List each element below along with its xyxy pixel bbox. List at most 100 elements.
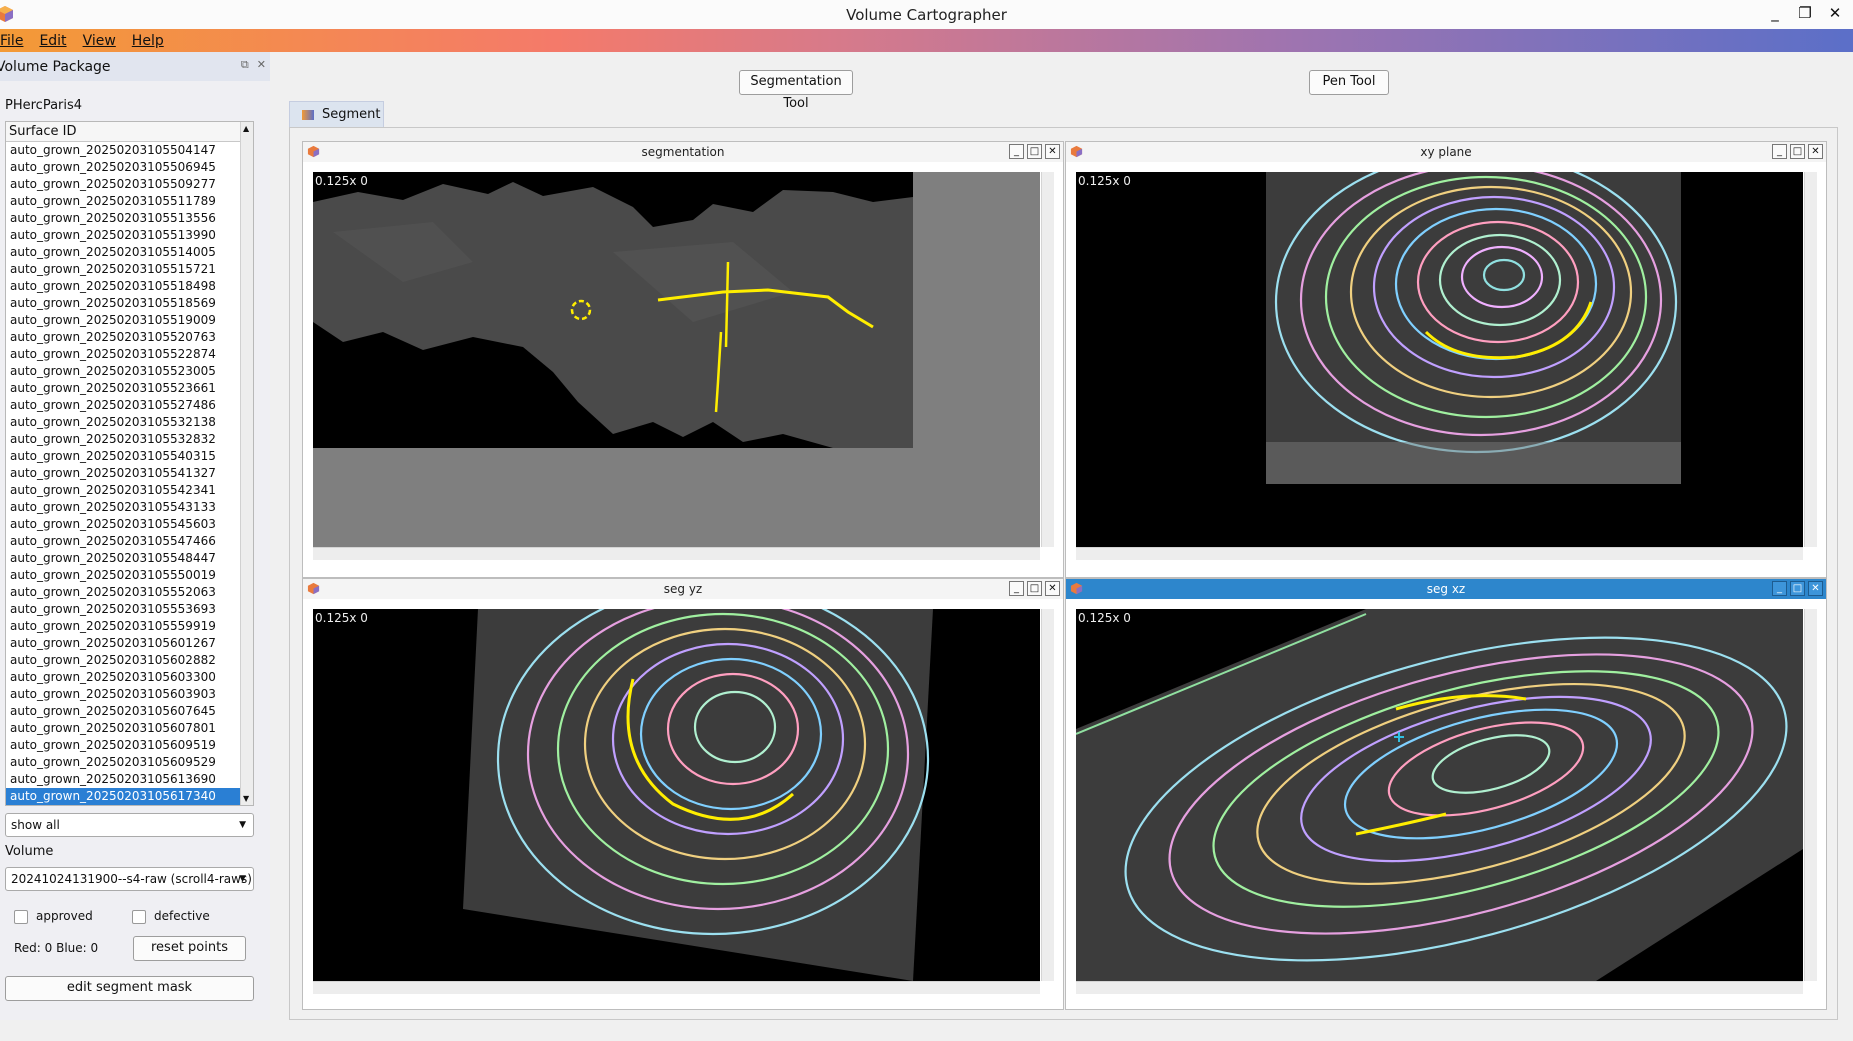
menu-view[interactable]: View: [83, 33, 116, 49]
seg-xz-window[interactable]: seg xz _ □ ✕ 0.125x 0: [1065, 578, 1827, 1010]
surface-list-item[interactable]: auto_grown_20250203105518498: [6, 278, 253, 295]
xy-plane-title: xy plane: [1420, 145, 1472, 159]
seg-yz-window[interactable]: seg yz _ □ ✕ 0.125x 0: [302, 578, 1064, 1010]
surface-list-item[interactable]: auto_grown_20250203105522874: [6, 346, 253, 363]
zoom-readout: 0.125x 0: [315, 174, 368, 188]
surface-list-item[interactable]: auto_grown_20250203105548447: [6, 550, 253, 567]
xy-plane-window[interactable]: xy plane _ □ ✕ 0.125x 0: [1065, 141, 1827, 578]
surface-list-item[interactable]: auto_grown_20250203105541327: [6, 465, 253, 482]
surface-list-item[interactable]: auto_grown_20250203105513556: [6, 210, 253, 227]
tab-segment[interactable]: Segment: [289, 101, 384, 127]
surface-list-item[interactable]: auto_grown_20250203105550019: [6, 567, 253, 584]
approved-check-box[interactable]: [14, 909, 28, 924]
restore-icon[interactable]: ❐: [1795, 4, 1815, 22]
seg-xz-hscroll[interactable]: [1076, 981, 1803, 994]
segmentation-hscroll[interactable]: [313, 547, 1040, 560]
surface-list-item[interactable]: auto_grown_20250203105601267: [6, 635, 253, 652]
minimize-icon[interactable]: _: [1772, 144, 1787, 159]
edit-segment-mask-button[interactable]: edit segment mask: [5, 976, 254, 1001]
pen-tool-button[interactable]: Pen Tool: [1309, 70, 1389, 95]
app-icon: [0, 6, 13, 22]
filter-select[interactable]: show all ▼: [5, 813, 254, 837]
surface-list-item[interactable]: auto_grown_20250203105545603: [6, 516, 253, 533]
menu-help[interactable]: Help: [132, 33, 164, 49]
surface-list-item[interactable]: auto_grown_20250203105513990: [6, 227, 253, 244]
tab-segment-label: Segment: [322, 107, 381, 122]
surface-list-header[interactable]: Surface ID: [6, 122, 253, 142]
surface-list-item[interactable]: auto_grown_20250203105553693: [6, 601, 253, 618]
surface-list[interactable]: Surface ID auto_grown_20250203105504147 a…: [5, 121, 254, 806]
surface-list-item[interactable]: auto_grown_20250203105532832: [6, 431, 253, 448]
surface-list-item[interactable]: auto_grown_20250203105527486: [6, 397, 253, 414]
seg-yz-hscroll[interactable]: [313, 981, 1040, 994]
seg-xz-title-bar[interactable]: seg xz _ □ ✕: [1066, 579, 1826, 599]
surface-list-item[interactable]: auto_grown_20250203105609519: [6, 737, 253, 754]
seg-xz-vscroll[interactable]: [1804, 609, 1817, 981]
segmentation-render: [313, 172, 913, 448]
dock-close-icon[interactable]: ✕: [257, 58, 266, 72]
volume-select[interactable]: 20241024131900--s4-raw (scroll4-raws) ▼: [5, 867, 254, 891]
surface-list-item[interactable]: auto_grown_20250203105613690: [6, 771, 253, 788]
xy-plane-view[interactable]: 0.125x 0: [1076, 172, 1803, 547]
surface-list-item[interactable]: auto_grown_20250203105542341: [6, 482, 253, 499]
minimize-icon[interactable]: _: [1765, 4, 1785, 22]
surface-list-item[interactable]: auto_grown_20250203105609529: [6, 754, 253, 771]
surface-list-item[interactable]: auto_grown_20250203105532138: [6, 414, 253, 431]
minimize-icon[interactable]: _: [1772, 581, 1787, 596]
maximize-icon[interactable]: □: [1027, 144, 1042, 159]
xy-plane-title-bar[interactable]: xy plane _ □ ✕: [1066, 142, 1826, 162]
surface-list-scrollbar[interactable]: ▲ ▼: [240, 122, 253, 805]
approved-checkbox[interactable]: approved: [14, 909, 93, 924]
surface-list-item[interactable]: auto_grown_20250203105547466: [6, 533, 253, 550]
segmentation-vscroll[interactable]: [1041, 172, 1054, 547]
seg-yz-vscroll[interactable]: [1041, 609, 1054, 981]
defective-check-box[interactable]: [132, 909, 146, 924]
maximize-icon[interactable]: □: [1790, 144, 1805, 159]
maximize-icon[interactable]: □: [1790, 581, 1805, 596]
surface-list-item[interactable]: auto_grown_20250203105559919: [6, 618, 253, 635]
reset-points-button[interactable]: reset points: [133, 936, 246, 961]
surface-list-item[interactable]: auto_grown_20250203105504147: [6, 142, 253, 159]
segmentation-title-bar[interactable]: segmentation _ □ ✕: [303, 142, 1063, 162]
menu-edit[interactable]: Edit: [39, 33, 66, 49]
close-icon[interactable]: ✕: [1045, 144, 1060, 159]
segmentation-view[interactable]: 0.125x 0: [313, 172, 1040, 547]
maximize-icon[interactable]: □: [1027, 581, 1042, 596]
close-icon[interactable]: ✕: [1808, 144, 1823, 159]
surface-list-item[interactable]: auto_grown_20250203105552063: [6, 584, 253, 601]
surface-list-item[interactable]: auto_grown_20250203105523661: [6, 380, 253, 397]
seg-yz-title-bar[interactable]: seg yz _ □ ✕: [303, 579, 1063, 599]
close-icon[interactable]: ✕: [1808, 581, 1823, 596]
minimize-icon[interactable]: _: [1009, 581, 1024, 596]
seg-xz-view[interactable]: 0.125x 0: [1076, 609, 1803, 981]
surface-list-item[interactable]: auto_grown_20250203105607801: [6, 720, 253, 737]
surface-list-item[interactable]: auto_grown_20250203105514005: [6, 244, 253, 261]
surface-list-item[interactable]: auto_grown_20250203105617340: [6, 788, 253, 805]
close-icon[interactable]: ✕: [1045, 581, 1060, 596]
surface-list-item[interactable]: auto_grown_20250203105519009: [6, 312, 253, 329]
app-icon: [307, 145, 320, 158]
segmentation-tool-button[interactable]: Segmentation Tool: [739, 70, 853, 111]
surface-list-item[interactable]: auto_grown_20250203105540315: [6, 448, 253, 465]
menu-file[interactable]: File: [0, 33, 23, 49]
surface-list-item[interactable]: auto_grown_20250203105509277: [6, 176, 253, 193]
dock-float-icon[interactable]: ⧉: [241, 58, 249, 72]
xy-plane-vscroll[interactable]: [1804, 172, 1817, 547]
surface-list-item[interactable]: auto_grown_20250203105523005: [6, 363, 253, 380]
seg-yz-view[interactable]: 0.125x 0: [313, 609, 1040, 981]
surface-list-item[interactable]: auto_grown_20250203105520763: [6, 329, 253, 346]
segmentation-window[interactable]: segmentation _ □ ✕ 0.125x 0: [302, 141, 1064, 578]
surface-list-item[interactable]: auto_grown_20250203105603300: [6, 669, 253, 686]
minimize-icon[interactable]: _: [1009, 144, 1024, 159]
surface-list-item[interactable]: auto_grown_20250203105603903: [6, 686, 253, 703]
surface-list-item[interactable]: auto_grown_20250203105602882: [6, 652, 253, 669]
defective-checkbox[interactable]: defective: [132, 909, 210, 924]
surface-list-item[interactable]: auto_grown_20250203105506945: [6, 159, 253, 176]
surface-list-item[interactable]: auto_grown_20250203105518569: [6, 295, 253, 312]
surface-list-item[interactable]: auto_grown_20250203105515721: [6, 261, 253, 278]
close-icon[interactable]: ✕: [1825, 4, 1845, 22]
xy-plane-hscroll[interactable]: [1076, 547, 1803, 560]
surface-list-item[interactable]: auto_grown_20250203105511789: [6, 193, 253, 210]
surface-list-item[interactable]: auto_grown_20250203105543133: [6, 499, 253, 516]
surface-list-item[interactable]: auto_grown_20250203105607645: [6, 703, 253, 720]
